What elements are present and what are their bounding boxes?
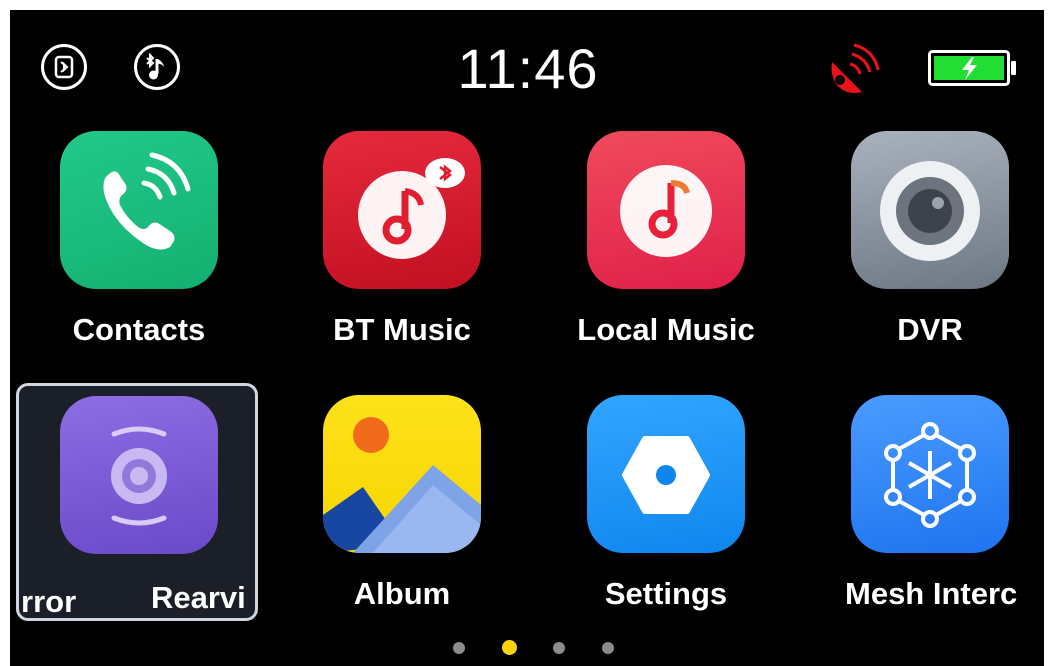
app-label: Settings bbox=[604, 576, 728, 611]
signal-icon bbox=[831, 43, 880, 93]
app-label-right: Rearvi bbox=[151, 580, 246, 615]
page-dot[interactable] bbox=[453, 642, 465, 654]
app-label-left: rror bbox=[21, 584, 77, 619]
music-note-icon bbox=[587, 131, 745, 289]
status-bar: 11:46 bbox=[10, 10, 1044, 125]
app-label: Mesh Interc bbox=[845, 576, 1018, 611]
battery-icon bbox=[928, 50, 1016, 86]
image-icon bbox=[323, 395, 481, 553]
home-screen: 11:46 Contacts BT Music Local Music DVR … bbox=[10, 10, 1044, 666]
mesh-network-icon bbox=[851, 395, 1009, 553]
page-dot-active[interactable] bbox=[502, 640, 517, 655]
app-rearview[interactable]: rror Rearvi bbox=[16, 383, 258, 621]
page-dot[interactable] bbox=[553, 642, 565, 654]
page-dot[interactable] bbox=[602, 642, 614, 654]
bluetooth-music-icon bbox=[134, 44, 180, 90]
app-label: Local Music bbox=[577, 312, 755, 347]
rearview-camera-icon bbox=[60, 396, 218, 554]
app-label: Contacts bbox=[72, 312, 206, 347]
bt-music-icon bbox=[323, 131, 481, 289]
app-label: DVR bbox=[897, 312, 963, 347]
app-label: BT Music bbox=[333, 312, 471, 347]
phone-icon bbox=[60, 131, 218, 289]
hexagon-settings-icon bbox=[587, 395, 745, 553]
page-indicator bbox=[10, 638, 1044, 658]
bluetooth-phone-icon bbox=[41, 44, 87, 90]
app-label: Album bbox=[353, 576, 451, 611]
clock: 11:46 bbox=[457, 37, 599, 100]
camera-lens-icon bbox=[851, 131, 1009, 289]
